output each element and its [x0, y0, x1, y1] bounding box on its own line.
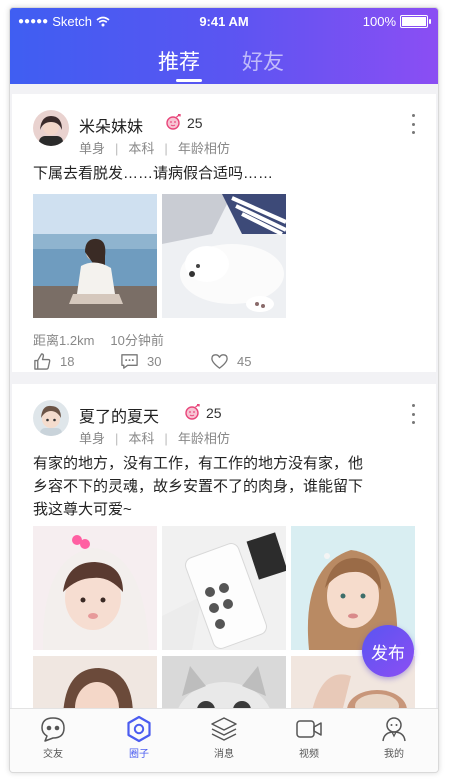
post-info: 距离1.2km 10分钟前 [33, 330, 164, 349]
like-count: 18 [60, 354, 75, 369]
avatar[interactable] [33, 400, 69, 436]
more-options-icon[interactable] [410, 404, 416, 424]
user-icon [382, 717, 406, 742]
tag-status: 单身 [79, 431, 106, 446]
tag-preference: 年龄相仿 [177, 431, 230, 446]
comment-icon [121, 354, 138, 369]
post-photo[interactable] [162, 194, 286, 318]
age-badge: 25 [184, 404, 222, 421]
tag-education: 本科 [128, 141, 155, 156]
user-name[interactable]: 米朵妹妹 [79, 113, 143, 137]
user-tags: 单身 | 本科 | 年龄相仿 [79, 141, 230, 156]
nav-item-video[interactable]: 视频 [279, 715, 339, 760]
status-bar: ●●●●● Sketch 9:41 AM 100% [10, 14, 438, 32]
publish-button[interactable]: 发布 [362, 625, 414, 677]
chat-face-icon [41, 717, 65, 742]
video-camera-icon [296, 720, 322, 738]
thumbs-up-icon [34, 353, 51, 370]
more-options-icon[interactable] [410, 114, 416, 134]
post-text-line: 有家的地方，没有工作，有工作的地方没有家，他 [33, 455, 364, 472]
post-photo[interactable] [162, 526, 286, 650]
time-ago-text: 10分钟前 [110, 333, 164, 348]
comment-button[interactable]: 30 [120, 352, 161, 371]
age-value: 25 [187, 114, 203, 131]
post-card[interactable]: 米朵妹妹 25 单身|本科|年龄相仿 下属去看脱发……请病假合适吗…… [12, 94, 436, 372]
tag-status: 单身 [79, 141, 106, 156]
post-photo[interactable] [162, 656, 286, 708]
nav-label: 我的 [384, 749, 404, 760]
post-text-line: 乡容不下的灵魂，故乡安置不了的肉身，谁能留下 [33, 478, 364, 495]
post-photo[interactable] [33, 194, 157, 318]
post-text: 下属去看脱发……请病假合适吗…… [33, 165, 274, 182]
nav-item-circle[interactable]: 圈子 [109, 715, 169, 760]
tab-recommend[interactable]: 推荐 [158, 46, 200, 76]
favorite-button[interactable]: 45 [210, 352, 251, 371]
tab-friends[interactable]: 好友 [242, 46, 284, 76]
feed-list[interactable]: 米朵妹妹 25 单身|本科|年龄相仿 下属去看脱发……请病假合适吗…… [10, 92, 438, 708]
app-header: ●●●●● Sketch 9:41 AM 100% 推荐 好友 [10, 8, 438, 84]
age-badge: 25 [165, 114, 203, 131]
battery-percent: 100% [362, 14, 396, 29]
nav-item-friends[interactable]: 交友 [23, 715, 83, 760]
post-text-line: 我这尊大可爱~ [33, 501, 132, 518]
age-value: 25 [206, 404, 222, 421]
user-name[interactable]: 夏了的夏天 [79, 403, 159, 427]
gender-female-icon [166, 114, 181, 130]
post-photo[interactable] [33, 526, 157, 650]
nav-item-messages[interactable]: 消息 [194, 715, 254, 760]
nav-label: 消息 [214, 749, 234, 760]
layers-icon [211, 717, 237, 741]
active-tab-indicator [176, 79, 202, 82]
user-tags: 单身 | 本科 | 年龄相仿 [79, 431, 230, 446]
tag-education: 本科 [128, 431, 155, 446]
post-text: 有家的地方，没有工作，有工作的地方没有家，他 乡容不下的灵魂，故乡安置不了的肉身… [33, 452, 423, 521]
battery-icon [400, 15, 431, 28]
distance-text: 距离1.2km [33, 333, 95, 348]
nav-label: 交友 [43, 749, 63, 760]
nav-item-me[interactable]: 我的 [364, 715, 424, 760]
nav-label: 视频 [299, 749, 319, 760]
comment-count: 30 [147, 354, 162, 369]
bottom-nav: 交友 圈子 消息 视频 我的 [10, 708, 438, 772]
post-photo[interactable] [33, 656, 157, 708]
avatar[interactable] [33, 110, 69, 146]
tag-preference: 年龄相仿 [177, 141, 230, 156]
like-button[interactable]: 18 [33, 352, 74, 371]
hexagon-circle-icon [127, 715, 151, 743]
gender-female-icon [185, 404, 200, 420]
feed-tabs: 推荐 好友 [10, 44, 438, 84]
favorite-count: 45 [237, 354, 252, 369]
heart-icon [211, 354, 228, 369]
nav-label: 圈子 [129, 749, 149, 760]
phone-frame: ●●●●● Sketch 9:41 AM 100% 推荐 好友 米朵妹妹 25 … [9, 7, 439, 773]
